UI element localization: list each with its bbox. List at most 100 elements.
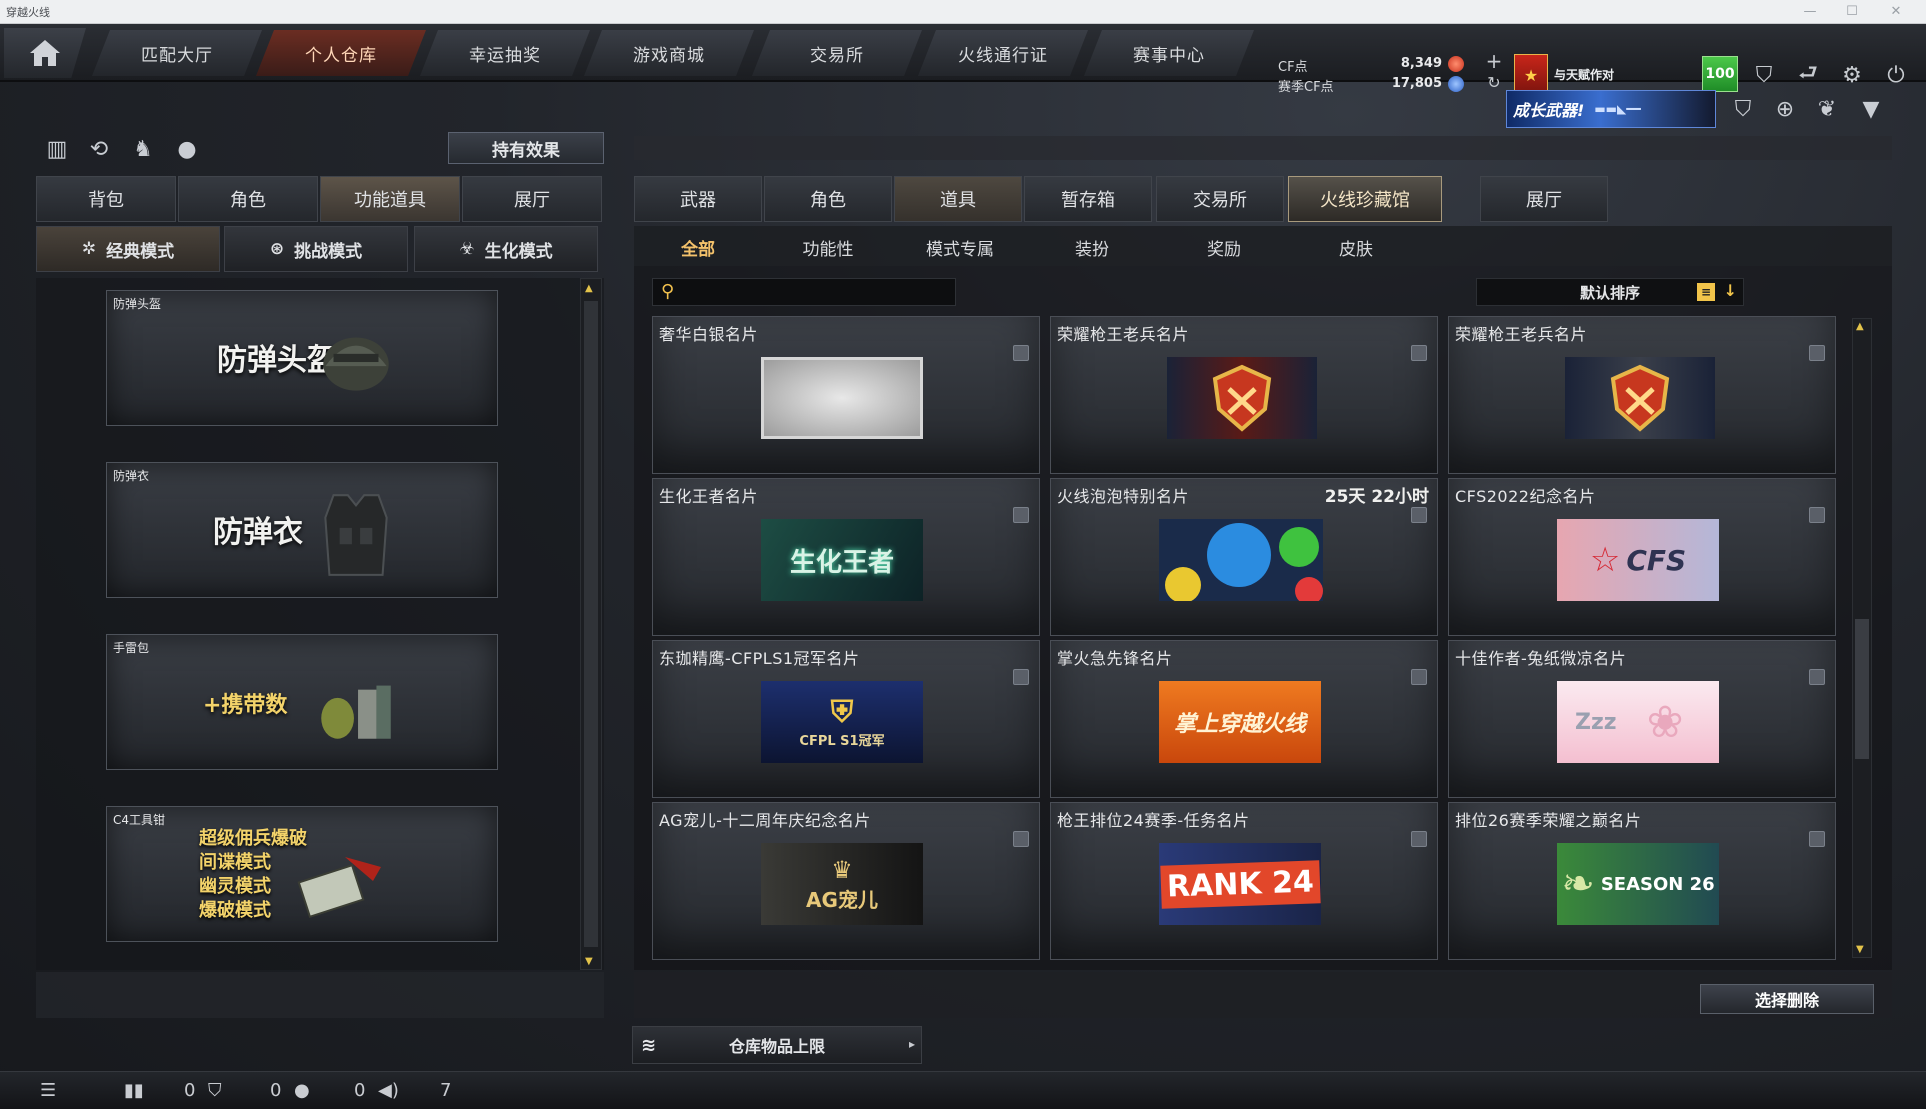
season-coin-icon <box>1448 76 1464 92</box>
item-card-helmet[interactable]: 防弹头盔 防弹头盔 <box>106 290 498 426</box>
tab-exchange[interactable]: 交易所 <box>1156 176 1284 222</box>
card-cfs2022[interactable]: CFS2022纪念名片 ☆ CFS <box>1448 478 1836 636</box>
partner-label: 与天赋作对 <box>1554 68 1615 82</box>
warehouse-capacity-bar[interactable]: ≋ 仓库物品上限 ▸ <box>632 1026 922 1064</box>
right-scroll-thumb[interactable] <box>1855 619 1869 759</box>
minimize-icon[interactable]: — <box>1790 2 1830 22</box>
card-season-26[interactable]: 排位26赛季荣耀之巅名片 ❧ SEASON 26 <box>1448 802 1836 960</box>
tab-weapons[interactable]: 武器 <box>634 176 762 222</box>
nav-tab-exchange[interactable]: 交易所 <box>752 30 922 76</box>
sort-dropdown[interactable]: 默认排序 ≡ ↓ <box>1476 278 1744 306</box>
left-scrollbar[interactable]: ▲ ▼ <box>580 278 602 970</box>
card-veteran-king-2[interactable]: 荣耀枪王老兵名片 <box>1448 316 1836 474</box>
card-top-author[interactable]: 十佳作者-兔纸微凉名片 Zzz ❀ <box>1448 640 1836 798</box>
item-card-grenade-pack[interactable]: 手雷包 +携带数 <box>106 634 498 770</box>
card-mobile-vanguard[interactable]: 掌火急先锋名片 掌上穿越火线 <box>1050 640 1438 798</box>
scroll-up-icon[interactable]: ▲ <box>585 283 593 294</box>
mode-classic[interactable]: ✲ 经典模式 <box>36 226 220 272</box>
list-view-icon[interactable]: ≡ <box>1697 283 1715 301</box>
home-button[interactable] <box>4 28 86 78</box>
team-icon[interactable]: ▮▮ <box>124 1080 144 1101</box>
held-effects-button[interactable]: 持有效果 <box>448 132 604 164</box>
lock-icon[interactable] <box>1411 831 1427 847</box>
lock-icon[interactable] <box>1013 669 1029 685</box>
card-biochem-king[interactable]: 生化王者名片 生化王者 <box>652 478 1040 636</box>
scroll-up-icon[interactable]: ▲ <box>1856 321 1864 332</box>
scroll-down-icon[interactable]: ▼ <box>585 956 593 967</box>
currency-box: CF点 8,349 赛季CF点 17,805 <box>1270 52 1484 102</box>
level-badge[interactable]: 100 <box>1702 56 1738 92</box>
nav-tab-shop[interactable]: 游戏商城 <box>584 30 754 76</box>
grenade-icon[interactable]: ● <box>170 132 204 166</box>
card-ag-anniversary[interactable]: AG宠儿-十二周年庆纪念名片 ♛ AG宠儿 <box>652 802 1040 960</box>
sort-direction-icon[interactable]: ↓ <box>1724 281 1737 300</box>
search-input[interactable] <box>685 281 947 303</box>
card-cfpl-s1-champion[interactable]: 东珈精鹰-CFPLS1冠军名片 ⛨ CFPL S1冠军 <box>652 640 1040 798</box>
return-icon[interactable]: ⮐ <box>1788 54 1828 96</box>
card-bubble-special[interactable]: 火线泡泡特别名片 25天 22小时 <box>1050 478 1438 636</box>
lock-icon[interactable] <box>1809 831 1825 847</box>
lock-icon[interactable] <box>1411 507 1427 523</box>
subtab-mode-exclusive[interactable]: 模式专属 <box>900 232 1020 262</box>
stats-icon[interactable]: ▥ <box>40 132 74 166</box>
tab-roles[interactable]: 角色 <box>764 176 892 222</box>
subtab-all[interactable]: 全部 <box>638 232 758 262</box>
chevron-right-icon[interactable]: ▸ <box>909 1037 915 1051</box>
tab-showroom-right[interactable]: 展厅 <box>1480 176 1608 222</box>
rank-emblem-icon[interactable]: ⛉ <box>1726 92 1760 126</box>
close-icon[interactable]: ✕ <box>1876 2 1916 22</box>
tab-functional-items[interactable]: 功能道具 <box>320 176 460 222</box>
search-box[interactable]: ⚲ <box>652 278 956 306</box>
nav-tab-lottery[interactable]: 幸运抽奖 <box>420 30 590 76</box>
lock-icon[interactable] <box>1809 345 1825 361</box>
lock-icon[interactable] <box>1809 507 1825 523</box>
tab-backpack[interactable]: 背包 <box>36 176 176 222</box>
wing-emblem-icon[interactable]: ❦ <box>1810 92 1844 126</box>
character-icon[interactable]: ♞ <box>126 132 160 166</box>
card-veteran-king-1[interactable]: 荣耀枪王老兵名片 <box>1050 316 1438 474</box>
tab-character[interactable]: 角色 <box>178 176 318 222</box>
subtab-outfit[interactable]: 装扮 <box>1032 232 1152 262</box>
gear-icon[interactable]: ⚙ <box>1832 54 1872 96</box>
lock-icon[interactable] <box>1013 507 1029 523</box>
card-luxury-silver[interactable]: 奢华白银名片 <box>652 316 1040 474</box>
tab-collection-hall[interactable]: 火线珍藏馆 <box>1288 176 1442 222</box>
right-scrollbar[interactable]: ▲ ▼ <box>1852 318 1872 958</box>
nav-tab-pass[interactable]: 火线通行证 <box>918 30 1088 76</box>
tab-props[interactable]: 道具 <box>894 176 1022 222</box>
nav-tab-warehouse[interactable]: 个人仓库 <box>256 30 426 76</box>
promo-banner[interactable]: 成长武器! ▬▬◣━━ <box>1506 90 1716 128</box>
subtab-rewards[interactable]: 奖励 <box>1164 232 1284 262</box>
lock-icon[interactable] <box>1809 669 1825 685</box>
chat-icon[interactable]: ● <box>294 1080 310 1101</box>
lock-icon[interactable] <box>1411 669 1427 685</box>
mode-challenge[interactable]: ⊛ 挑战模式 <box>224 226 408 272</box>
nav-tab-events[interactable]: 赛事中心 <box>1084 30 1254 76</box>
lock-icon[interactable] <box>1411 345 1427 361</box>
card-rank-24[interactable]: 枪王排位24赛季-任务名片 RANK 24 <box>1050 802 1438 960</box>
clan-shield-icon[interactable]: ⛉ <box>208 1080 222 1101</box>
mode-biochem[interactable]: ☣ 生化模式 <box>414 226 598 272</box>
subtab-skins[interactable]: 皮肤 <box>1296 232 1416 262</box>
lock-icon[interactable] <box>1013 345 1029 361</box>
power-icon[interactable]: ⏻ <box>1876 54 1916 96</box>
select-delete-button[interactable]: 选择删除 <box>1700 984 1874 1014</box>
left-scroll-thumb[interactable] <box>584 301 598 947</box>
maximize-icon[interactable]: ☐ <box>1832 2 1872 22</box>
v-emblem-icon[interactable]: ▼ <box>1854 92 1888 126</box>
classic-mode-icon: ✲ <box>81 239 97 259</box>
speaker-icon[interactable]: ◀) <box>378 1080 399 1101</box>
history-icon[interactable]: ⟲ <box>82 132 116 166</box>
tab-showroom[interactable]: 展厅 <box>462 176 602 222</box>
item-card-c4-tool[interactable]: C4工具钳 超级佣兵爆破 间谍模式 幽灵模式 爆破模式 <box>106 806 498 942</box>
menu-icon[interactable]: ☰ <box>40 1080 56 1101</box>
globe-emblem-icon[interactable]: ⊕ <box>1768 92 1802 126</box>
nav-tab-lobby[interactable]: 匹配大厅 <box>92 30 262 76</box>
shield-icon[interactable]: ⛉ <box>1744 54 1784 96</box>
item-card-vest[interactable]: 防弹衣 防弹衣 <box>106 462 498 598</box>
scroll-down-icon[interactable]: ▼ <box>1856 944 1864 955</box>
lock-icon[interactable] <box>1013 831 1029 847</box>
tab-storage-box[interactable]: 暂存箱 <box>1024 176 1152 222</box>
season-cf-value: 17,805 <box>1391 76 1442 91</box>
subtab-functional[interactable]: 功能性 <box>768 232 888 262</box>
